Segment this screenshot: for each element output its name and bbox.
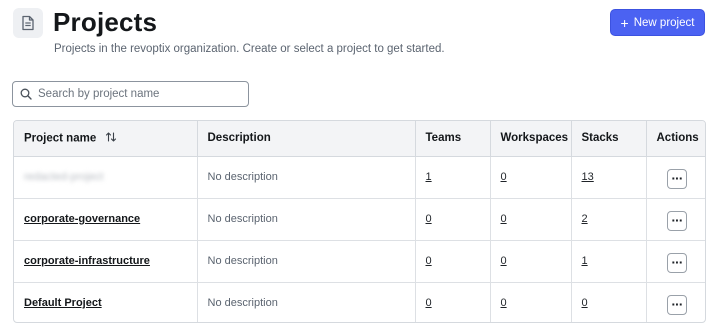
stacks-count-link[interactable]: 2	[582, 213, 588, 225]
table-row: Default Project No description 0 0 0 ···	[14, 282, 705, 322]
search-icon	[20, 88, 32, 100]
workspaces-count-link[interactable]: 0	[501, 297, 507, 309]
teams-count-link[interactable]: 0	[426, 213, 432, 225]
projects-table: Project name Description Teams Workspace…	[13, 120, 706, 323]
table-row: redacted-project No description 1 0 13 ·…	[14, 156, 705, 199]
column-header-workspaces: Workspaces	[490, 121, 572, 157]
row-actions-button[interactable]: ···	[666, 168, 687, 189]
plus-icon: +	[620, 14, 629, 31]
workspaces-count-link[interactable]: 0	[501, 255, 507, 267]
column-header-project-name[interactable]: Project name	[14, 121, 198, 157]
project-name-link[interactable]: corporate-governance	[24, 213, 140, 225]
workspaces-count-link[interactable]: 0	[501, 213, 507, 225]
document-icon	[13, 8, 43, 38]
column-header-teams: Teams	[415, 121, 491, 157]
project-description: No description	[207, 297, 278, 310]
row-actions-button[interactable]: ···	[666, 210, 687, 231]
project-description: No description	[207, 213, 278, 225]
teams-count-link[interactable]: 1	[426, 171, 432, 183]
project-name-link[interactable]: Default Project	[24, 297, 102, 309]
project-description: No description	[207, 171, 278, 183]
column-header-actions: Actions	[646, 121, 705, 157]
sort-arrows-icon[interactable]	[105, 131, 117, 146]
table-row: corporate-infrastructure No description …	[14, 240, 705, 283]
page-subtitle: Projects in the revoptix organization. C…	[54, 43, 445, 55]
page-title: Projects	[53, 7, 158, 37]
project-name-link[interactable]: redacted-project	[24, 171, 104, 183]
teams-count-link[interactable]: 0	[426, 297, 432, 309]
stacks-count-link[interactable]: 13	[582, 171, 594, 183]
table-header-row: Project name Description Teams Workspace…	[14, 121, 705, 157]
stacks-count-link[interactable]: 1	[582, 255, 588, 267]
new-project-button[interactable]: + New project	[610, 9, 705, 36]
new-project-button-label: New project	[633, 16, 695, 29]
row-actions-button[interactable]: ···	[666, 294, 687, 315]
table-row: corporate-governance No description 0 0 …	[14, 198, 705, 241]
project-name-link[interactable]: corporate-infrastructure	[24, 255, 150, 267]
workspaces-count-link[interactable]: 0	[501, 171, 507, 183]
project-description: No description	[207, 255, 278, 267]
column-header-stacks: Stacks	[571, 121, 647, 157]
search-input[interactable]	[38, 88, 238, 100]
teams-count-link[interactable]: 0	[426, 255, 432, 267]
row-actions-button[interactable]: ···	[666, 252, 687, 273]
search-box[interactable]	[12, 81, 249, 107]
stacks-count-link[interactable]: 0	[582, 297, 588, 309]
column-header-description: Description	[197, 121, 416, 157]
